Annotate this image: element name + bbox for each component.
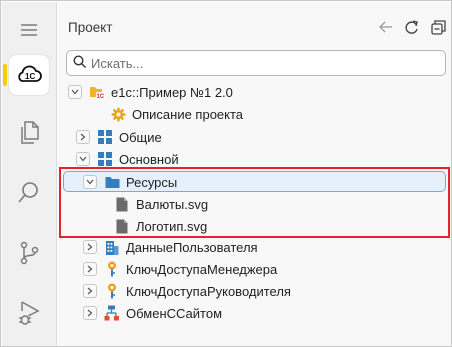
tree-item-manager-access-key[interactable]: КлючДоступаМенеджера [83,258,277,280]
search-icon [18,181,40,206]
module-grid-icon [97,151,113,167]
gear-icon [110,106,126,122]
tree-item-label: Общие [119,129,162,145]
svg-text:1C: 1C [97,94,105,100]
run-debug-icon [17,300,41,329]
chevron-right-icon[interactable] [83,262,97,276]
tree-item-label: ОбменССайтом [126,305,223,321]
tree-item-resources[interactable]: Ресурсы [83,171,177,193]
explorer-button[interactable] [9,114,49,154]
file-icon [114,196,130,212]
cloud-1c-icon: 1C [15,63,43,88]
tree-item-label: КлючДоступаМенеджера [126,261,278,277]
source-control-button[interactable] [9,234,49,274]
tree-item-main[interactable]: Основной [76,148,179,170]
project-folder-1c-icon: 1C [89,84,105,100]
exchange-icon [104,305,120,321]
chevron-right-icon[interactable] [83,306,97,320]
tree-item-director-access-key[interactable]: КлючДоступаРуководителя [83,280,291,302]
tree-item-site-exchange[interactable]: ОбменССайтом [83,302,222,324]
collapse-all-icon[interactable] [430,19,446,35]
chevron-down-icon[interactable] [76,152,90,166]
key-pin-icon [104,283,120,299]
search-view-button[interactable] [9,173,49,213]
tree-item-label: КлючДоступаРуководителя [126,283,291,299]
tree-item-label: ДанныеПользователя [126,239,258,255]
tree-item-label: Ресурсы [126,174,178,190]
chevron-down-icon[interactable] [68,85,82,99]
tree-item-project-description[interactable]: Описание проекта [89,103,243,125]
folder-icon [104,174,120,190]
activity-bar: 1C [2,2,57,346]
module-grid-icon [97,129,113,145]
tree-item-common[interactable]: Общие [76,126,162,148]
tree-item-file[interactable]: Логотип.svg [114,215,207,237]
tree-item-file[interactable]: Валюты.svg [114,193,208,215]
tree-item-root[interactable]: 1C e1c::Пример №1 2.0 [68,81,233,103]
file-icon [114,218,130,234]
panel-title: Проект [68,20,113,35]
back-arrow-icon[interactable] [378,19,394,35]
search-icon [73,55,86,71]
tree-item-label: Логотип.svg [136,218,208,234]
tree-item-label: e1c::Пример №1 2.0 [111,84,233,100]
project-panel: Проект Искать... 1C e1c::Пример №1 2.0 О… [58,2,451,346]
chevron-right-icon[interactable] [83,240,97,254]
panel-actions [378,19,446,35]
building-icon [104,239,120,255]
tree-item-label: Описание проекта [132,106,244,122]
chevron-down-icon[interactable] [83,175,97,189]
source-control-icon [18,241,40,268]
copy-files-icon [18,120,40,148]
tree-item-label: Основной [119,151,179,167]
refresh-icon[interactable] [404,19,420,35]
svg-text:1C: 1C [25,72,35,81]
menu-icon [20,23,38,40]
tree-item-label: Валюты.svg [136,196,209,212]
chevron-right-icon[interactable] [76,130,90,144]
project-view-button[interactable]: 1C [9,55,49,95]
tree-item-user-data[interactable]: ДанныеПользователя [83,236,258,258]
menu-button[interactable] [9,11,49,51]
search-box[interactable] [66,50,446,76]
search-input[interactable] [91,55,431,71]
chevron-right-icon[interactable] [83,284,97,298]
key-pin-icon [104,261,120,277]
active-indicator [3,64,7,86]
app-window: 1C Проект Искать... 1C e1c::Пример №1 2.… [0,0,452,347]
run-debug-button[interactable] [9,294,49,334]
